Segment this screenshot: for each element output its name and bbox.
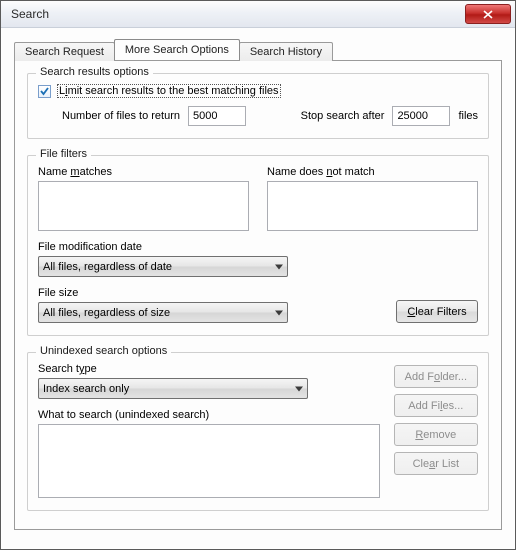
group-file-filters: File filters Name matches Name does not … bbox=[27, 155, 489, 336]
window-title: Search bbox=[11, 7, 465, 21]
name-not-match-label: Name does not match bbox=[267, 166, 478, 178]
group-title: Search results options bbox=[36, 66, 153, 78]
files-unit-label: files bbox=[458, 110, 478, 122]
tab-more-search-options[interactable]: More Search Options bbox=[114, 39, 240, 60]
client-area: Search Request More Search Options Searc… bbox=[2, 28, 514, 548]
tab-search-request[interactable]: Search Request bbox=[14, 42, 115, 61]
file-size-label: File size bbox=[38, 287, 288, 299]
search-type-label: Search type bbox=[38, 363, 380, 375]
search-dialog: Search Search Request More Search Option… bbox=[0, 0, 516, 550]
stop-after-input[interactable] bbox=[392, 106, 450, 126]
mod-date-value: All files, regardless of date bbox=[43, 261, 172, 273]
name-matches-label: Name matches bbox=[38, 166, 249, 178]
titlebar: Search bbox=[1, 1, 515, 28]
chevron-down-icon bbox=[295, 386, 303, 391]
group-unindexed-search-options: Unindexed search options Search type Ind… bbox=[27, 352, 489, 511]
limit-results-checkbox[interactable] bbox=[38, 85, 51, 98]
search-type-combo[interactable]: Index search only bbox=[38, 378, 308, 399]
file-size-combo[interactable]: All files, regardless of size bbox=[38, 302, 288, 323]
num-files-label: Number of files to return bbox=[62, 110, 180, 122]
num-files-input[interactable] bbox=[188, 106, 246, 126]
group-title: Unindexed search options bbox=[36, 345, 171, 357]
mod-date-label: File modification date bbox=[38, 241, 478, 253]
mod-date-combo[interactable]: All files, regardless of date bbox=[38, 256, 288, 277]
name-matches-input[interactable] bbox=[38, 181, 249, 231]
what-to-search-list[interactable] bbox=[38, 424, 380, 498]
group-search-results-options: Search results options Limit search resu… bbox=[27, 73, 489, 139]
group-title: File filters bbox=[36, 148, 91, 160]
tabstrip: Search Request More Search Options Searc… bbox=[14, 38, 502, 60]
clear-filters-button[interactable]: Clear Filters bbox=[396, 300, 478, 323]
name-not-match-input[interactable] bbox=[267, 181, 478, 231]
tab-panel: Search results options Limit search resu… bbox=[14, 60, 502, 530]
checkmark-icon bbox=[39, 86, 50, 97]
clear-list-button[interactable]: Clear List bbox=[394, 452, 478, 475]
search-type-value: Index search only bbox=[43, 383, 129, 395]
remove-button[interactable]: Remove bbox=[394, 423, 478, 446]
tab-search-history[interactable]: Search History bbox=[239, 42, 333, 61]
limit-results-label: Limit search results to the best matchin… bbox=[57, 84, 281, 98]
close-button[interactable] bbox=[465, 4, 511, 24]
what-to-search-label: What to search (unindexed search) bbox=[38, 409, 380, 421]
chevron-down-icon bbox=[275, 310, 283, 315]
chevron-down-icon bbox=[275, 264, 283, 269]
close-icon bbox=[483, 10, 493, 19]
file-size-value: All files, regardless of size bbox=[43, 307, 170, 319]
stop-after-label: Stop search after bbox=[301, 110, 385, 122]
add-files-button[interactable]: Add Files... bbox=[394, 394, 478, 417]
add-folder-button[interactable]: Add Folder... bbox=[394, 365, 478, 388]
